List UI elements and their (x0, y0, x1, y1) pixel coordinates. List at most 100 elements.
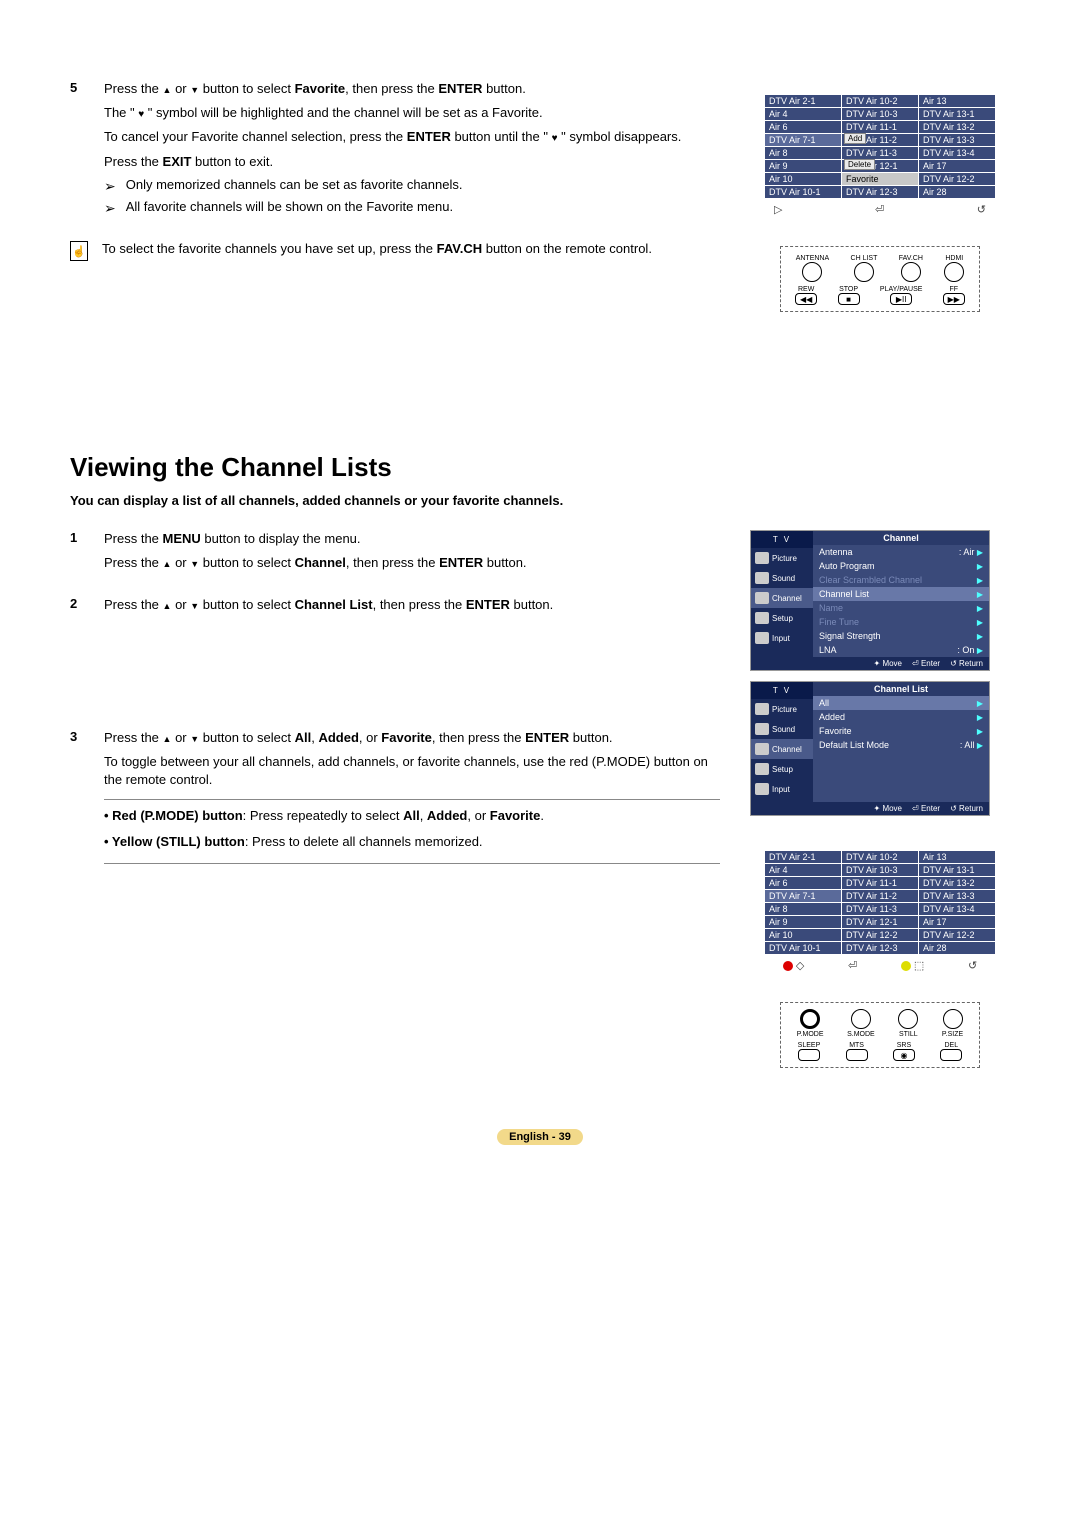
t: ENTER (525, 730, 569, 745)
t: • Yellow (STILL) button (104, 834, 245, 849)
t: EXIT (163, 154, 192, 169)
ch-cell: Air 8 (765, 147, 842, 160)
t: Fine Tune (819, 617, 859, 627)
remote-button-icon: ▶▶ (943, 293, 965, 305)
tv-menu-channel: T V Picture Sound Channel Setup Input Ch… (750, 530, 990, 671)
remote-label: HDMI (945, 255, 963, 262)
nav-icon: ◇ (796, 960, 804, 972)
channel-icon (755, 743, 769, 755)
ch-cell: DTV Air 13-4 (919, 147, 996, 160)
ch-cell: DTV Air 13-1 (919, 108, 996, 121)
step2-line1: Press the ▲ or ▼ button to select Channe… (104, 596, 720, 614)
tv-menu-channel-list: T V Picture Sound Channel Setup Input Ch… (750, 681, 990, 816)
remote-button-icon (943, 1009, 963, 1029)
t: • Red (P.MODE) button (104, 808, 243, 823)
remote-label: MTS (849, 1042, 864, 1049)
menu-navbar: ✦ Move ⏎ Enter ↺ Return (813, 802, 989, 815)
ch-cell: DTV Air 12-2 (919, 173, 996, 186)
grid-navbar: ▷ ⏎ ↺ (764, 199, 996, 216)
ch-cell-favorite: Favorite (842, 173, 919, 186)
remote-label: FAV.CH (899, 255, 923, 262)
side-item: Picture (751, 699, 813, 719)
step5-note1: Only memorized channels can be set as fa… (126, 177, 463, 192)
remote-button-icon (898, 1009, 918, 1029)
ch-cell: Air 4 (765, 108, 842, 121)
t: button on the remote control. (482, 241, 652, 256)
ch-cell: Air 4 (765, 864, 842, 877)
t: Favorite (381, 730, 432, 745)
remote-label: STILL (899, 1031, 918, 1038)
step5-line1: Press the ▲ or ▼ button to select Favori… (104, 80, 720, 98)
side-item: Picture (751, 548, 813, 568)
ch-cell: Air 13 (919, 851, 996, 864)
t: All (295, 730, 312, 745)
t: button to select (199, 597, 294, 612)
remote-label: ANTENNA (796, 255, 829, 262)
ch-cell: DTV Air 10-2 (842, 851, 919, 864)
t: Clear Scrambled Channel (819, 575, 922, 585)
t: MENU (163, 531, 201, 546)
t: , (420, 808, 427, 823)
remote-button-icon (802, 262, 822, 282)
menu-line: Antenna: Air ▶ (813, 545, 989, 559)
t: Default List Mode (819, 740, 889, 750)
arrow-icon: ▶ (977, 604, 983, 613)
t: Press the (104, 154, 163, 169)
down-triangle-icon: ▼ (190, 559, 199, 569)
t: button to select (199, 730, 294, 745)
t: To cancel your Favorite channel selectio… (104, 129, 407, 144)
ch-cell: Air 10 (765, 929, 842, 942)
step-number: 5 (70, 80, 84, 221)
step3-line2: To toggle between your all channels, add… (104, 753, 720, 789)
remote-button-highlight-icon (800, 1009, 820, 1029)
t: The " (104, 105, 138, 120)
t: button to select (199, 81, 294, 96)
step5-line2: The " ♥ " symbol will be highlighted and… (104, 104, 720, 122)
menu-line: Added▶ (813, 710, 989, 724)
arrow-icon: ▶ (977, 727, 983, 736)
tip-box: • Red (P.MODE) button: Press repeatedly … (104, 799, 720, 864)
info-text: To select the favorite channels you have… (102, 241, 652, 261)
ch-cell: DTV Air 10-1 (765, 942, 842, 955)
ch-cell: DeleteDTV Air 12-1 (842, 160, 919, 173)
t: Name (819, 603, 843, 613)
t: button until the " (451, 129, 552, 144)
remote-button-icon (944, 262, 964, 282)
page-heading: Viewing the Channel Lists (70, 452, 1010, 483)
setup-icon (755, 763, 769, 775)
sound-icon (755, 572, 769, 584)
ch-cell: Air 8 (765, 903, 842, 916)
ch-cell: DTV Air 13-1 (919, 864, 996, 877)
menu-line-disabled: Clear Scrambled Channel▶ (813, 573, 989, 587)
down-triangle-icon: ▼ (190, 85, 199, 95)
ch-cell: DTV Air 11-1 (842, 877, 919, 890)
t: Channel (772, 745, 802, 754)
t: Press the (104, 81, 163, 96)
t: Press the (104, 531, 163, 546)
t: Press the (104, 555, 163, 570)
nav-icon: ⬚ (914, 960, 924, 972)
t: Channel (295, 555, 346, 570)
channel-icon (755, 592, 769, 604)
menu-line: Signal Strength▶ (813, 629, 989, 643)
t: : Air (959, 547, 975, 557)
t: , or (467, 808, 489, 823)
ch-cell: DTV Air 13-2 (919, 877, 996, 890)
t: FAV.CH (437, 241, 483, 256)
t: Signal Strength (819, 631, 881, 641)
tv-label: T V (751, 531, 813, 548)
side-item-active: Channel (751, 588, 813, 608)
remote-button-icon (854, 262, 874, 282)
ch-cell: DTV Air 11-3 (842, 147, 919, 160)
remote-button-icon (851, 1009, 871, 1029)
remote-label: DEL (944, 1042, 958, 1049)
ch-cell: Air 10 (765, 173, 842, 186)
t: Auto Program (819, 561, 875, 571)
menu-line-disabled: Name ▶ (813, 601, 989, 615)
step1-line2: Press the ▲ or ▼ button to select Channe… (104, 554, 720, 572)
t: Added (819, 712, 845, 722)
ch-cell: Air 28 (919, 942, 996, 955)
step3-line1: Press the ▲ or ▼ button to select All, A… (104, 729, 720, 747)
step1-line1: Press the MENU button to display the men… (104, 530, 720, 548)
tv-screen-channel-grid: DTV Air 2-1DTV Air 10-2Air 13 Air 4DTV A… (750, 80, 1010, 230)
